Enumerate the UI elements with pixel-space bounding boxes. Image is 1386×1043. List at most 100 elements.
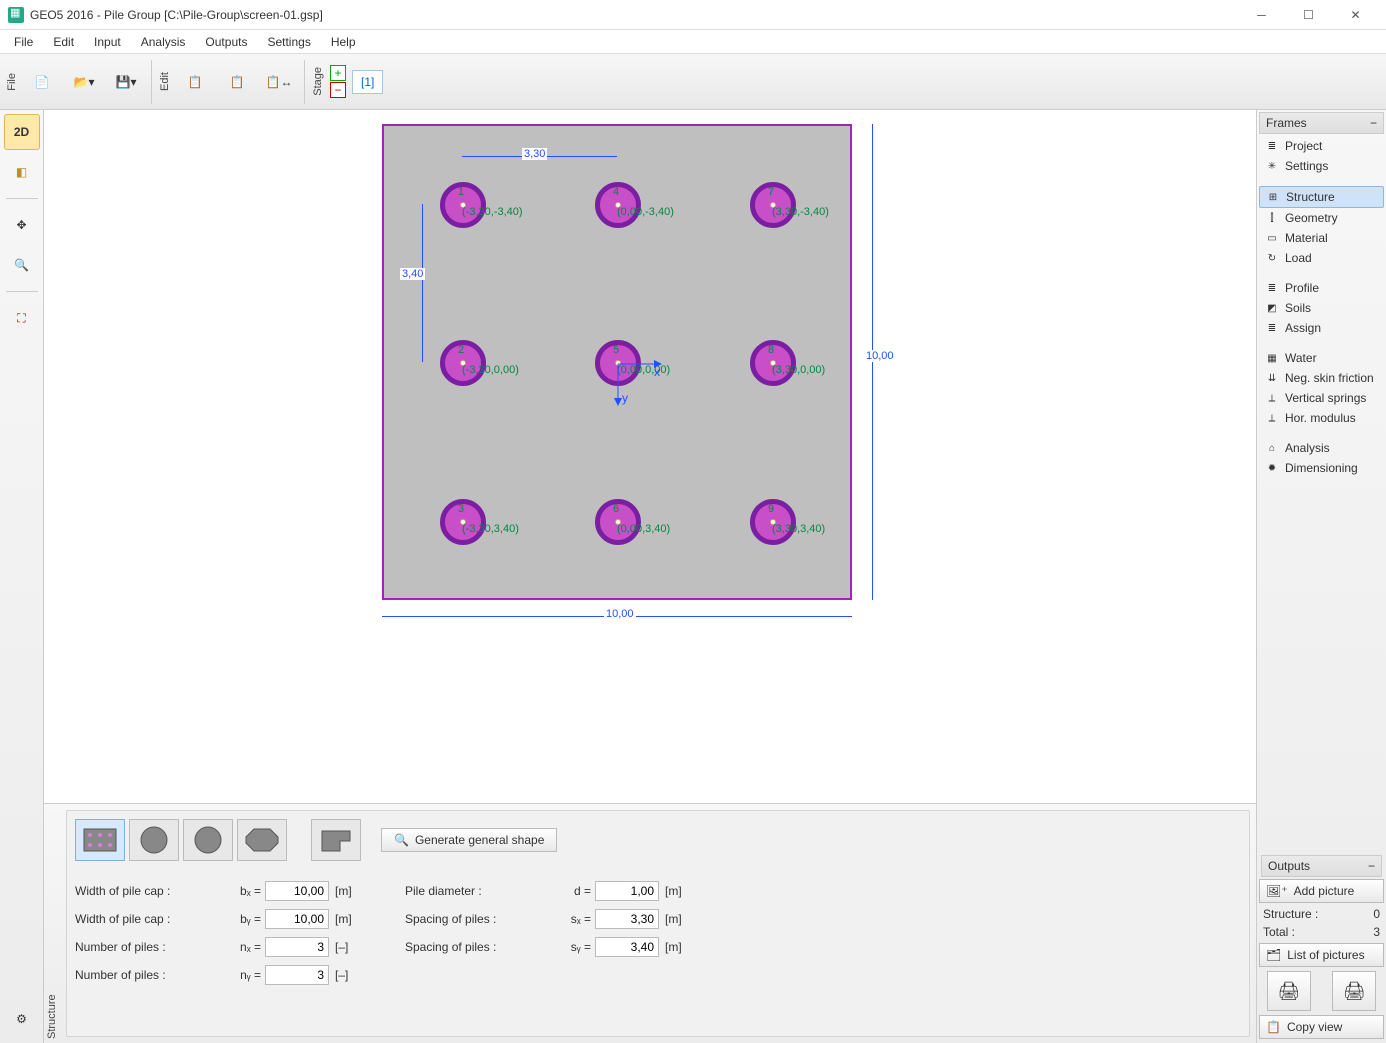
frame-item-soils[interactable]: ◩Soils xyxy=(1259,298,1384,318)
view-3d-button[interactable]: ◧ xyxy=(4,154,40,190)
pile-coord-3: (-3,30,3,40) xyxy=(462,523,519,535)
shape-rect-button[interactable] xyxy=(75,819,125,861)
sx-input[interactable] xyxy=(595,909,659,929)
zoom-window-button[interactable]: 🔍 xyxy=(4,247,40,283)
copy-button[interactable]: 📋 xyxy=(175,60,215,104)
menu-help[interactable]: Help xyxy=(321,32,366,52)
frame-item-vertical-springs[interactable]: ⟂Vertical springs xyxy=(1259,388,1384,408)
frame-item-neg-skin-friction[interactable]: ⇊Neg. skin friction xyxy=(1259,368,1384,388)
bx-input[interactable] xyxy=(265,881,329,901)
dim-y-label: 10,00 xyxy=(864,350,896,362)
pile-num-3: 3 xyxy=(458,503,464,515)
copy-icon: 📋 xyxy=(1266,1020,1281,1034)
save-file-button[interactable]: 💾▾ xyxy=(106,60,146,104)
sy-input[interactable] xyxy=(595,937,659,957)
frame-label: Dimensioning xyxy=(1285,461,1358,475)
frame-item-hor-modulus[interactable]: ⟂Hor. modulus xyxy=(1259,408,1384,428)
d-input[interactable] xyxy=(595,881,659,901)
minimize-button[interactable]: ─ xyxy=(1239,1,1284,29)
titlebar: GEO5 2016 - Pile Group [C:\Pile-Group\sc… xyxy=(0,0,1386,30)
frame-item-load[interactable]: ↻Load xyxy=(1259,248,1384,268)
d-unit: [m] xyxy=(665,884,695,898)
magnify-icon: 🔍 xyxy=(394,833,409,847)
menu-settings[interactable]: Settings xyxy=(257,32,320,52)
frame-item-dimensioning[interactable]: ✹Dimensioning xyxy=(1259,458,1384,478)
bx-unit: [m] xyxy=(335,884,365,898)
menu-analysis[interactable]: Analysis xyxy=(131,32,196,52)
frame-item-water[interactable]: ▦Water xyxy=(1259,348,1384,368)
menu-outputs[interactable]: Outputs xyxy=(195,32,257,52)
copy-view-button[interactable]: 📋 Copy view xyxy=(1259,1015,1384,1039)
frame-item-geometry[interactable]: ⫿Geometry xyxy=(1259,208,1384,228)
pan-button[interactable]: ✥ xyxy=(4,207,40,243)
by-input[interactable] xyxy=(265,909,329,929)
ny-input[interactable] xyxy=(265,965,329,985)
frame-icon: ⟂ xyxy=(1265,391,1279,405)
nx-sym: nₓ = xyxy=(225,940,265,954)
by-unit: [m] xyxy=(335,912,365,926)
generate-shape-button[interactable]: 🔍 Generate general shape xyxy=(381,828,557,852)
shape-circle-button[interactable] xyxy=(129,819,179,861)
frame-item-profile[interactable]: ≣Profile xyxy=(1259,278,1384,298)
d-label: Pile diameter : xyxy=(405,884,555,898)
dim-x-label: 10,00 xyxy=(604,608,636,620)
ny-label: Number of piles : xyxy=(75,968,225,982)
stage-add-button[interactable]: + xyxy=(330,65,346,81)
sx-unit: [m] xyxy=(665,912,695,926)
shape-circle2-button[interactable] xyxy=(183,819,233,861)
menu-file[interactable]: File xyxy=(4,32,43,52)
frame-icon: ⇊ xyxy=(1265,371,1279,385)
menu-edit[interactable]: Edit xyxy=(43,32,84,52)
close-button[interactable]: ✕ xyxy=(1333,1,1378,29)
frames-collapse-icon[interactable]: − xyxy=(1370,116,1377,130)
view-settings-button[interactable]: ⚙ xyxy=(4,1001,40,1037)
open-file-button[interactable]: 📂▾ xyxy=(64,60,104,104)
menubar: File Edit Input Analysis Outputs Setting… xyxy=(0,30,1386,54)
frame-label: Load xyxy=(1285,251,1312,265)
outputs-collapse-icon[interactable]: − xyxy=(1368,859,1375,873)
frame-icon: ≣ xyxy=(1265,139,1279,153)
dim-line-sy xyxy=(422,204,423,362)
frame-icon: ⌂ xyxy=(1265,441,1279,455)
menu-input[interactable]: Input xyxy=(84,32,131,52)
frame-label: Analysis xyxy=(1285,441,1330,455)
pile-coord-9: (3,30,3,40) xyxy=(772,523,825,535)
out-total-label: Total : xyxy=(1263,925,1295,939)
stage-remove-button[interactable]: − xyxy=(330,82,346,98)
new-file-button[interactable]: 📄 xyxy=(22,60,62,104)
nx-input[interactable] xyxy=(265,937,329,957)
frame-item-settings[interactable]: ✳Settings xyxy=(1259,156,1384,176)
sx-sym: sₓ = xyxy=(555,912,595,926)
pile-coord-6: (0,00,3,40) xyxy=(617,523,670,535)
pile-coord-4: (0,00,-3,40) xyxy=(617,206,674,218)
print-button[interactable]: 🖨 xyxy=(1267,971,1311,1011)
view-2d-button[interactable]: 2D xyxy=(4,114,40,150)
fit-view-button[interactable]: ⛶ xyxy=(4,300,40,336)
paste-special-button[interactable]: 📋↔ xyxy=(259,60,299,104)
structure-panel-label: Structure xyxy=(44,804,60,1043)
pile-coord-2: (-3,30,0,00) xyxy=(462,364,519,376)
by-label: Width of pile cap : xyxy=(75,912,225,926)
shape-general-button[interactable] xyxy=(311,819,361,861)
shape-octagon-button[interactable] xyxy=(237,819,287,861)
pile-coord-8: (3,30,0,00) xyxy=(772,364,825,376)
ny-sym: nᵧ = xyxy=(225,968,265,982)
list-pictures-button[interactable]: 🗂 List of pictures xyxy=(1259,943,1384,967)
frame-icon: ▦ xyxy=(1265,351,1279,365)
frame-icon: ⊞ xyxy=(1266,190,1280,204)
frame-item-material[interactable]: ▭Material xyxy=(1259,228,1384,248)
print-pdf-button[interactable]: 🖨 xyxy=(1332,971,1376,1011)
left-toolbar: 2D ◧ ✥ 🔍 ⛶ ⚙ xyxy=(0,110,44,1043)
copy-view-label: Copy view xyxy=(1287,1020,1342,1034)
maximize-button[interactable]: ☐ xyxy=(1286,1,1331,29)
frame-item-analysis[interactable]: ⌂ Analysis xyxy=(1259,438,1384,458)
bx-sym: bₓ = xyxy=(225,884,265,898)
stage-tab-1[interactable]: [1] xyxy=(352,70,383,94)
add-picture-button[interactable]: 🖼⁺ Add picture xyxy=(1259,879,1384,903)
frame-item-structure[interactable]: ⊞Structure xyxy=(1259,186,1384,208)
structure-panel: Structure 🔍 Generate general shape Width… xyxy=(44,803,1256,1043)
drawing-canvas[interactable]: (-3,30,-3,40)1(0,00,-3,40)4(3,30,-3,40)7… xyxy=(44,110,1256,803)
paste-button[interactable]: 📋 xyxy=(217,60,257,104)
frame-item-assign[interactable]: ≣Assign xyxy=(1259,318,1384,338)
frame-item-project[interactable]: ≣Project xyxy=(1259,136,1384,156)
